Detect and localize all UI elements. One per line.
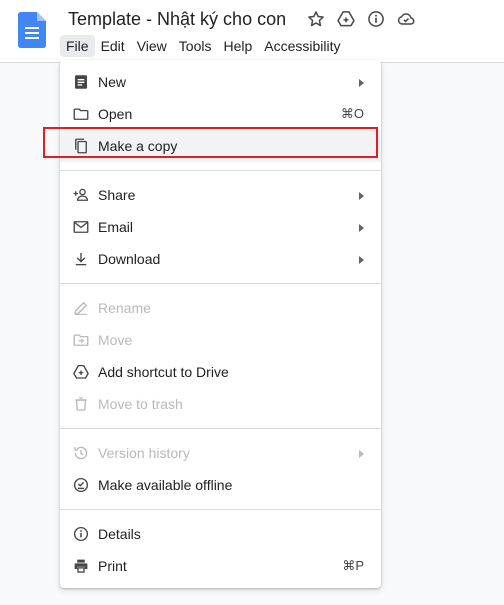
- move-icon: [72, 331, 90, 349]
- menu-item-move-to-trash[interactable]: Move to trash: [60, 388, 381, 420]
- offline-check-icon: [72, 476, 90, 494]
- menu-view[interactable]: View: [131, 35, 173, 57]
- download-icon: [72, 250, 90, 268]
- print-icon: [72, 557, 90, 575]
- shortcut-label: ⌘P: [342, 558, 364, 573]
- document-title[interactable]: Template - Nhật ký cho con: [68, 9, 286, 30]
- menu-item-label: Make available offline: [98, 477, 233, 493]
- trash-icon: [72, 395, 90, 413]
- submenu-arrow-icon: [359, 450, 364, 458]
- menu-item-share[interactable]: Share: [60, 179, 381, 211]
- menu-item-label: Add shortcut to Drive: [98, 364, 229, 380]
- menu-item-rename[interactable]: Rename: [60, 292, 381, 324]
- shortcut-label: ⌘O: [340, 106, 364, 121]
- star-icon[interactable]: [306, 9, 326, 29]
- menu-divider: [60, 283, 381, 284]
- copy-icon: [72, 137, 90, 155]
- menu-item-label: New: [98, 74, 127, 90]
- info-icon: [72, 525, 90, 543]
- menu-item-label: Print: [98, 558, 127, 574]
- menu-file[interactable]: File: [60, 35, 95, 57]
- menu-item-label: Move: [98, 332, 133, 348]
- history-icon: [72, 444, 90, 462]
- email-icon: [72, 218, 90, 236]
- menu-divider: [60, 509, 381, 510]
- drive-shortcut-icon: [72, 363, 90, 381]
- submenu-arrow-icon: [359, 256, 364, 264]
- menu-item-details[interactable]: Details: [60, 518, 381, 550]
- menu-item-move[interactable]: Move: [60, 324, 381, 356]
- menu-item-new[interactable]: New: [60, 66, 381, 98]
- menu-item-add-shortcut[interactable]: Add shortcut to Drive: [60, 356, 381, 388]
- menu-item-open[interactable]: Open ⌘O: [60, 98, 381, 130]
- menu-item-version-history[interactable]: Version history: [60, 437, 381, 469]
- menu-divider: [60, 170, 381, 171]
- move-to-drive-icon[interactable]: [336, 9, 356, 29]
- docs-logo-icon[interactable]: [18, 12, 46, 48]
- menu-item-label: Email: [98, 219, 134, 235]
- menu-bar: File Edit View Tools Help Accessibility: [60, 35, 347, 57]
- menu-divider: [60, 428, 381, 429]
- cloud-saved-icon[interactable]: [396, 9, 416, 29]
- menu-item-download[interactable]: Download: [60, 243, 381, 275]
- menu-accessibility[interactable]: Accessibility: [258, 35, 346, 57]
- menu-item-label: Rename: [98, 300, 151, 316]
- pencil-icon: [72, 299, 90, 317]
- menu-item-label: Open: [98, 106, 133, 122]
- menu-item-label: Move to trash: [98, 396, 183, 412]
- submenu-arrow-icon: [359, 224, 364, 232]
- menu-item-print[interactable]: Print ⌘P: [60, 550, 381, 582]
- menu-item-make-offline[interactable]: Make available offline: [60, 469, 381, 501]
- document-icon: [72, 73, 90, 91]
- menu-item-email[interactable]: Email: [60, 211, 381, 243]
- menu-item-label: Download: [98, 251, 161, 267]
- menu-item-label: Share: [98, 187, 136, 203]
- top-bar: Template - Nhật ký cho con File Edit Vie…: [0, 0, 504, 63]
- folder-icon: [72, 105, 90, 123]
- menu-item-label: Make a copy: [98, 138, 178, 154]
- file-menu: New Open ⌘O Make a copy Share Email Down…: [60, 60, 381, 588]
- info-icon[interactable]: [366, 9, 386, 29]
- menu-item-label: Version history: [98, 445, 190, 461]
- menu-help[interactable]: Help: [217, 35, 258, 57]
- menu-tools[interactable]: Tools: [173, 35, 218, 57]
- submenu-arrow-icon: [359, 192, 364, 200]
- menu-item-make-copy[interactable]: Make a copy: [60, 130, 381, 162]
- person-add-icon: [72, 186, 90, 204]
- menu-edit[interactable]: Edit: [95, 35, 131, 57]
- menu-item-label: Details: [98, 526, 141, 542]
- submenu-arrow-icon: [359, 79, 364, 87]
